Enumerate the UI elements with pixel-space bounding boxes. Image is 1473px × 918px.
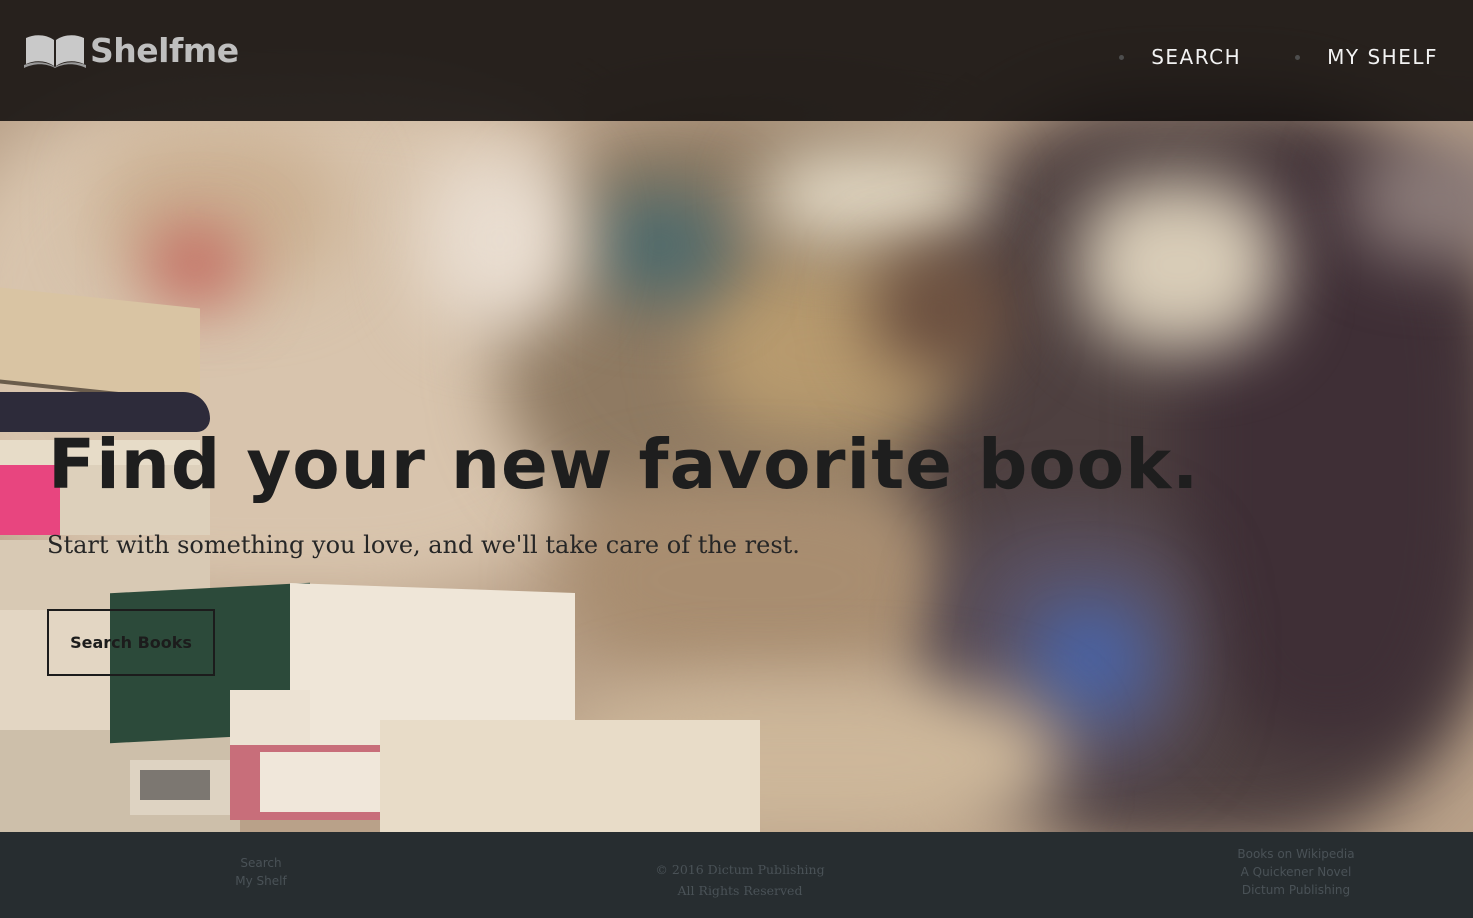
footer: Search My Shelf © 2016 Dictum Publishing… — [0, 832, 1473, 918]
footer-link-books-on-wikipedia[interactable]: Books on Wikipedia — [1216, 845, 1376, 863]
hero-background-image — [0, 0, 1473, 832]
bullet-icon — [1119, 54, 1125, 60]
copyright-text: © 2016 Dictum Publishing — [655, 862, 825, 877]
footer-link-dictum-publishing[interactable]: Dictum Publishing — [1216, 881, 1376, 899]
footer-external-links: Books on Wikipedia A Quickener Novel Dic… — [1216, 845, 1376, 899]
bullet-icon — [1295, 54, 1301, 60]
rights-text: All Rights Reserved — [677, 883, 803, 898]
nav-label-search: SEARCH — [1151, 45, 1242, 69]
search-books-button[interactable]: Search Books — [47, 609, 215, 676]
logo[interactable]: Shelfme — [24, 30, 239, 70]
nav-item-my-shelf[interactable]: MY SHELF — [1295, 45, 1438, 69]
footer-copyright: © 2016 Dictum Publishing All Rights Rese… — [620, 859, 860, 901]
footer-nav-links: Search My Shelf — [211, 854, 311, 890]
logo-text: Shelfme — [90, 30, 239, 70]
footer-link-search[interactable]: Search — [211, 854, 311, 872]
main-nav: SEARCH MY SHELF — [1065, 45, 1438, 69]
top-navigation-bar: Shelfme SEARCH MY SHELF — [0, 0, 1473, 121]
footer-link-my-shelf[interactable]: My Shelf — [211, 872, 311, 890]
nav-item-search[interactable]: SEARCH — [1119, 45, 1241, 69]
nav-label-my-shelf: MY SHELF — [1327, 45, 1438, 69]
hero-title: Find your new favorite book. — [48, 425, 1200, 505]
open-book-icon — [24, 35, 86, 68]
footer-link-quickener-novel[interactable]: A Quickener Novel — [1216, 863, 1376, 881]
hero-subtitle: Start with something you love, and we'll… — [47, 531, 800, 559]
